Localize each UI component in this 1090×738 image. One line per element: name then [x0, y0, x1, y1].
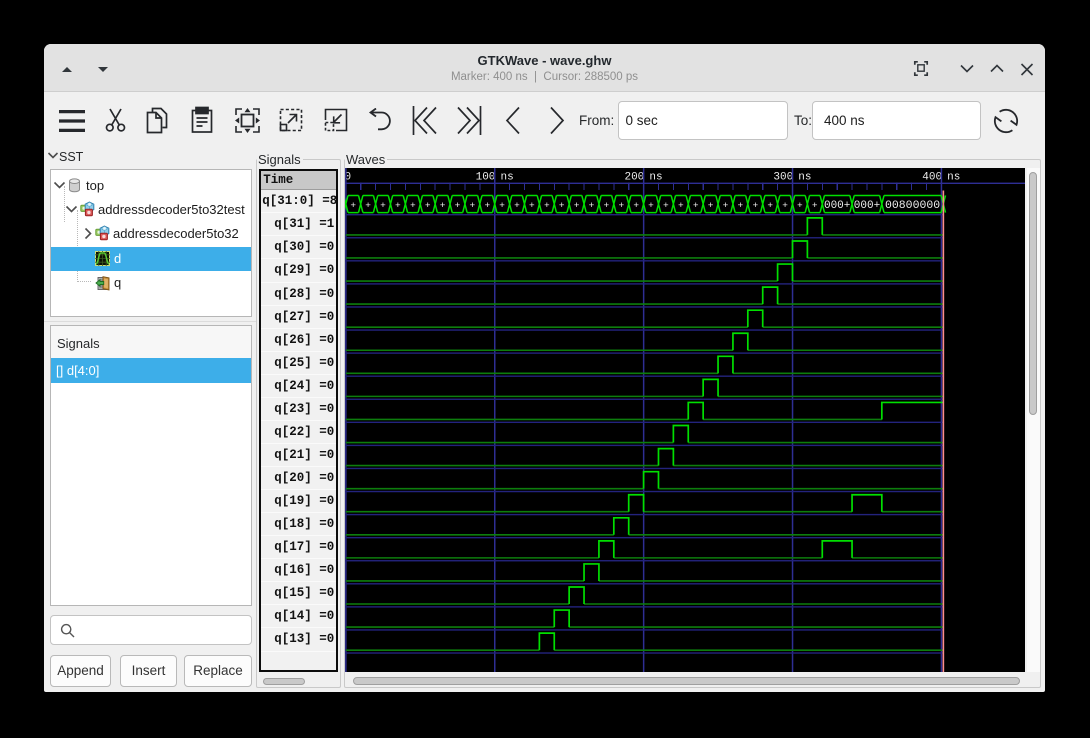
svg-text:+: +: [707, 200, 713, 211]
svg-text:+: +: [484, 200, 490, 211]
svg-text:+: +: [439, 200, 445, 211]
svg-text:+: +: [648, 200, 654, 211]
svg-text:+: +: [811, 200, 817, 211]
svg-text:100: 100: [475, 171, 495, 183]
svg-text:+: +: [454, 200, 460, 211]
svg-text:300: 300: [773, 171, 793, 183]
svg-text:+: +: [499, 200, 505, 211]
svg-text:+: +: [663, 200, 669, 211]
svg-text:+: +: [782, 200, 788, 211]
svg-text:ns: ns: [798, 171, 811, 183]
svg-text:+: +: [767, 200, 773, 211]
svg-text:+: +: [603, 200, 609, 211]
svg-text:+: +: [380, 200, 386, 211]
svg-text:+: +: [692, 200, 698, 211]
svg-text:+: +: [424, 200, 430, 211]
svg-text:ns: ns: [649, 171, 662, 183]
svg-text:+: +: [350, 200, 356, 211]
svg-text:ns: ns: [500, 171, 513, 183]
svg-text:+: +: [543, 200, 549, 211]
svg-text:+: +: [409, 200, 415, 211]
svg-text:+: +: [469, 200, 475, 211]
svg-text:000+: 000+: [824, 200, 850, 212]
svg-text:+: +: [752, 200, 758, 211]
svg-text:+: +: [395, 200, 401, 211]
svg-text:000+: 000+: [853, 200, 879, 212]
svg-text:+: +: [797, 200, 803, 211]
svg-text:+: +: [722, 200, 728, 211]
svg-text:00800000: 00800000: [885, 199, 940, 212]
svg-text:+: +: [529, 200, 535, 211]
svg-text:+: +: [588, 200, 594, 211]
svg-text:400: 400: [922, 171, 942, 183]
svg-text:200: 200: [624, 171, 644, 183]
svg-text:+: +: [618, 200, 624, 211]
svg-text:+: +: [737, 200, 743, 211]
svg-text:+: +: [573, 200, 579, 211]
svg-text:+: +: [365, 200, 371, 211]
svg-text:+: +: [633, 200, 639, 211]
svg-text:+: +: [677, 200, 683, 211]
svg-text:+: +: [558, 200, 564, 211]
svg-text:+: +: [514, 200, 520, 211]
svg-text:ns: ns: [947, 171, 960, 183]
